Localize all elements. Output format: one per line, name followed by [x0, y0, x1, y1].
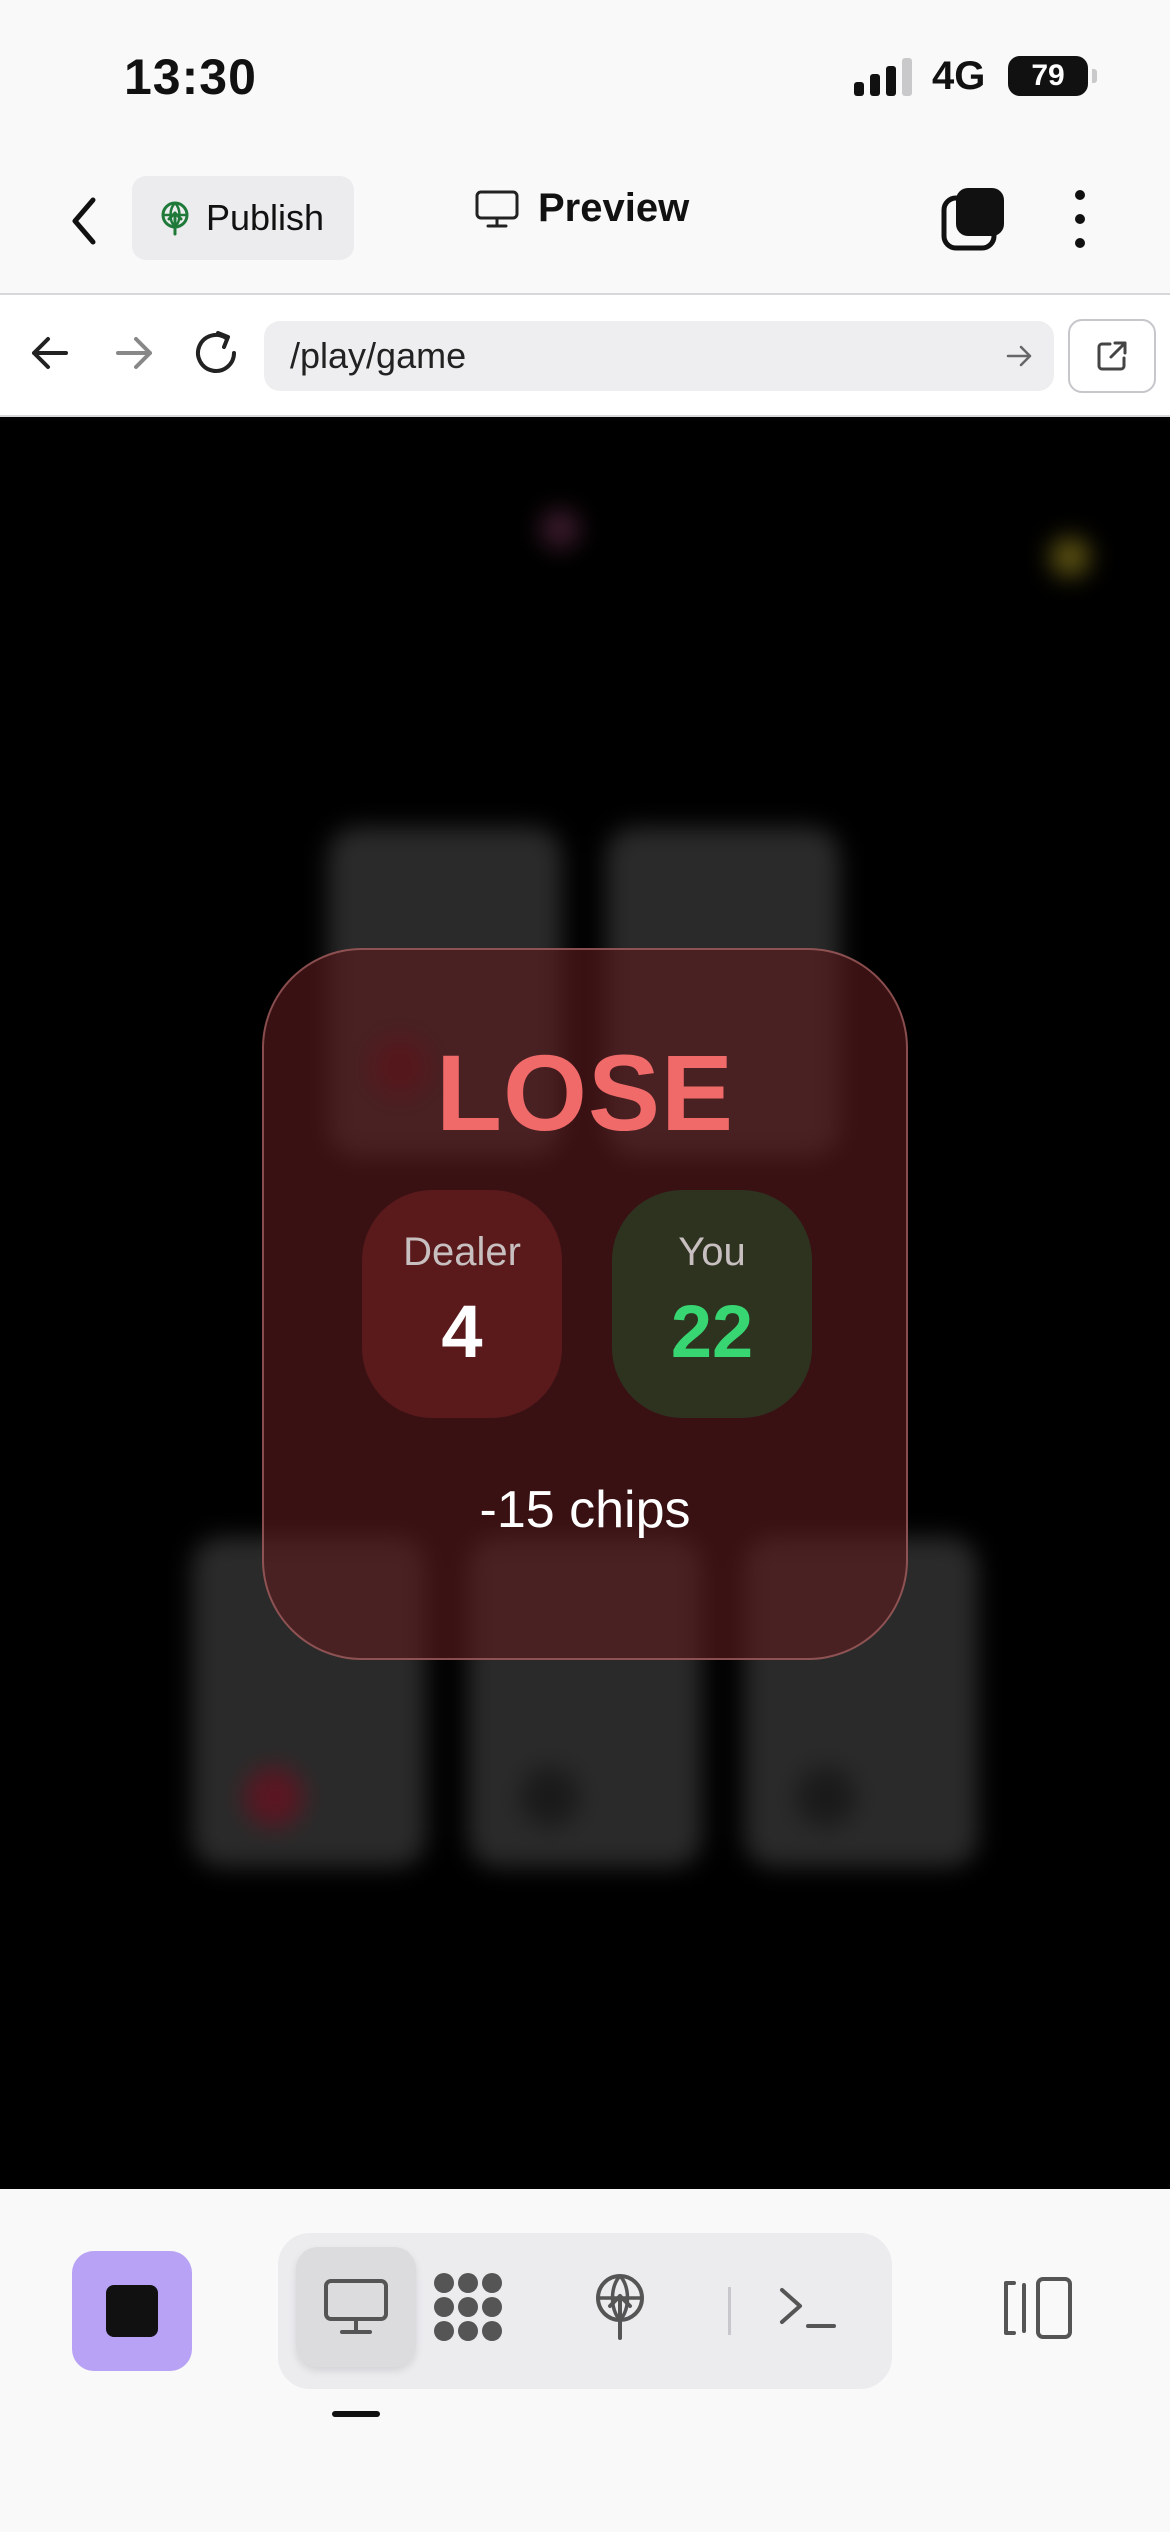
- game-viewport: LOSE Dealer 4 You 22 -15 chips: [0, 417, 1170, 2189]
- player-card-suit: [796, 1767, 856, 1827]
- tool-canvas[interactable]: [408, 2247, 528, 2367]
- player-card-suit: [520, 1767, 580, 1827]
- battery-level: 79: [1031, 59, 1065, 92]
- active-tool-indicator: [332, 2411, 380, 2417]
- signal-icon: [854, 58, 912, 96]
- player-card-suit: [244, 1767, 304, 1827]
- preview-tab[interactable]: Preview: [474, 186, 689, 231]
- terminal-icon: [780, 2288, 836, 2328]
- reload-icon[interactable]: [188, 325, 244, 381]
- dealer-score-box: Dealer 4: [362, 1190, 562, 1418]
- player-score: 22: [670, 1290, 754, 1373]
- player-label: You: [678, 1230, 746, 1274]
- battery-icon: 79: [1008, 56, 1097, 96]
- tabs-icon[interactable]: [940, 186, 1006, 252]
- open-external-button[interactable]: [1068, 319, 1156, 393]
- chevron-left-icon: [72, 197, 96, 245]
- stop-icon: [106, 2285, 158, 2337]
- chip-indicator: [1050, 537, 1090, 577]
- publish-icon: [161, 201, 189, 236]
- monitor-icon: [324, 2279, 388, 2334]
- publish-label: Publish: [206, 197, 325, 238]
- tool-console[interactable]: [748, 2247, 868, 2367]
- publish-icon: [596, 2274, 644, 2340]
- monitor-icon: [475, 190, 519, 227]
- player-score-box: You 22: [612, 1190, 812, 1418]
- back-button[interactable]: [56, 188, 112, 254]
- toolbar-divider: [728, 2287, 731, 2335]
- tool-switcher: [278, 2233, 892, 2389]
- dealer-score: 4: [441, 1290, 483, 1373]
- status-time: 13:30: [124, 49, 257, 105]
- preview-label: Preview: [538, 186, 690, 230]
- panel-toggle-icon[interactable]: [1000, 2273, 1076, 2343]
- avatar: [540, 509, 580, 549]
- publish-button[interactable]: Publish: [132, 176, 354, 260]
- result-dialog: LOSE Dealer 4 You 22 -15 chips: [262, 948, 908, 1660]
- stop-button[interactable]: [72, 2251, 192, 2371]
- more-vertical-icon[interactable]: [1058, 186, 1102, 252]
- grid-dots-icon: [434, 2273, 502, 2341]
- url-text: /play/game: [290, 335, 467, 376]
- status-bar: 13:30 4G 79: [0, 0, 1170, 150]
- tool-publish[interactable]: [560, 2247, 680, 2367]
- dealer-label: Dealer: [403, 1230, 521, 1274]
- external-link-icon: [1097, 341, 1127, 371]
- chips-change: -15 chips: [479, 1481, 691, 1539]
- bottom-toolbar: [0, 2189, 1170, 2532]
- arrow-right-icon[interactable]: [108, 327, 160, 379]
- arrow-right-small-icon[interactable]: [1004, 341, 1034, 371]
- browser-url-bar: /play/game: [0, 295, 1170, 417]
- network-type: 4G: [932, 54, 986, 98]
- url-input[interactable]: /play/game: [264, 321, 1054, 391]
- arrow-left-icon[interactable]: [24, 327, 76, 379]
- app-header: Publish Preview: [0, 150, 1170, 295]
- tool-preview[interactable]: [296, 2247, 416, 2367]
- result-title: LOSE: [435, 1032, 735, 1153]
